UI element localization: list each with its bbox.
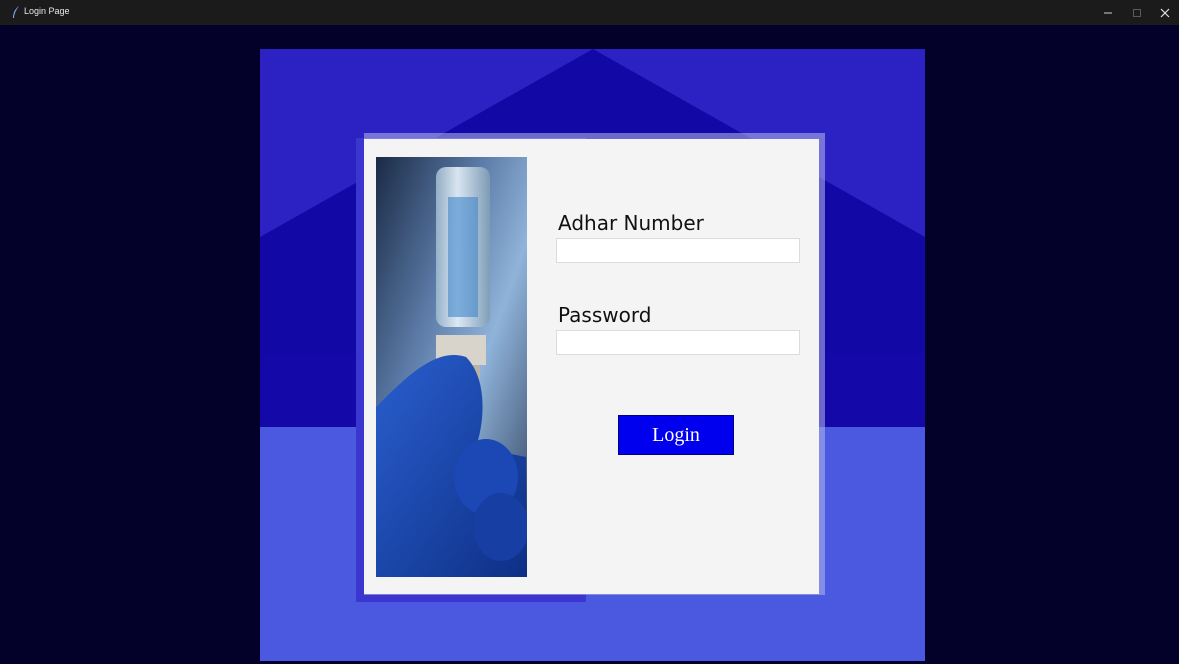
window-title: Login Page [24, 6, 70, 16]
title-bar: Login Page [0, 0, 1179, 25]
feather-icon [13, 6, 19, 18]
minimize-icon [1104, 12, 1112, 13]
close-button[interactable] [1151, 0, 1179, 25]
adhar-number-input[interactable] [556, 238, 800, 263]
close-icon [1160, 8, 1170, 17]
vaccine-syringe-image [376, 157, 527, 577]
adhar-number-label: Adhar Number [558, 211, 704, 235]
maximize-icon [1133, 8, 1141, 17]
maximize-button[interactable] [1123, 0, 1151, 25]
minimize-button[interactable] [1094, 0, 1122, 25]
password-label: Password [558, 303, 652, 327]
password-input[interactable] [556, 330, 800, 355]
login-button[interactable]: Login [618, 415, 734, 455]
